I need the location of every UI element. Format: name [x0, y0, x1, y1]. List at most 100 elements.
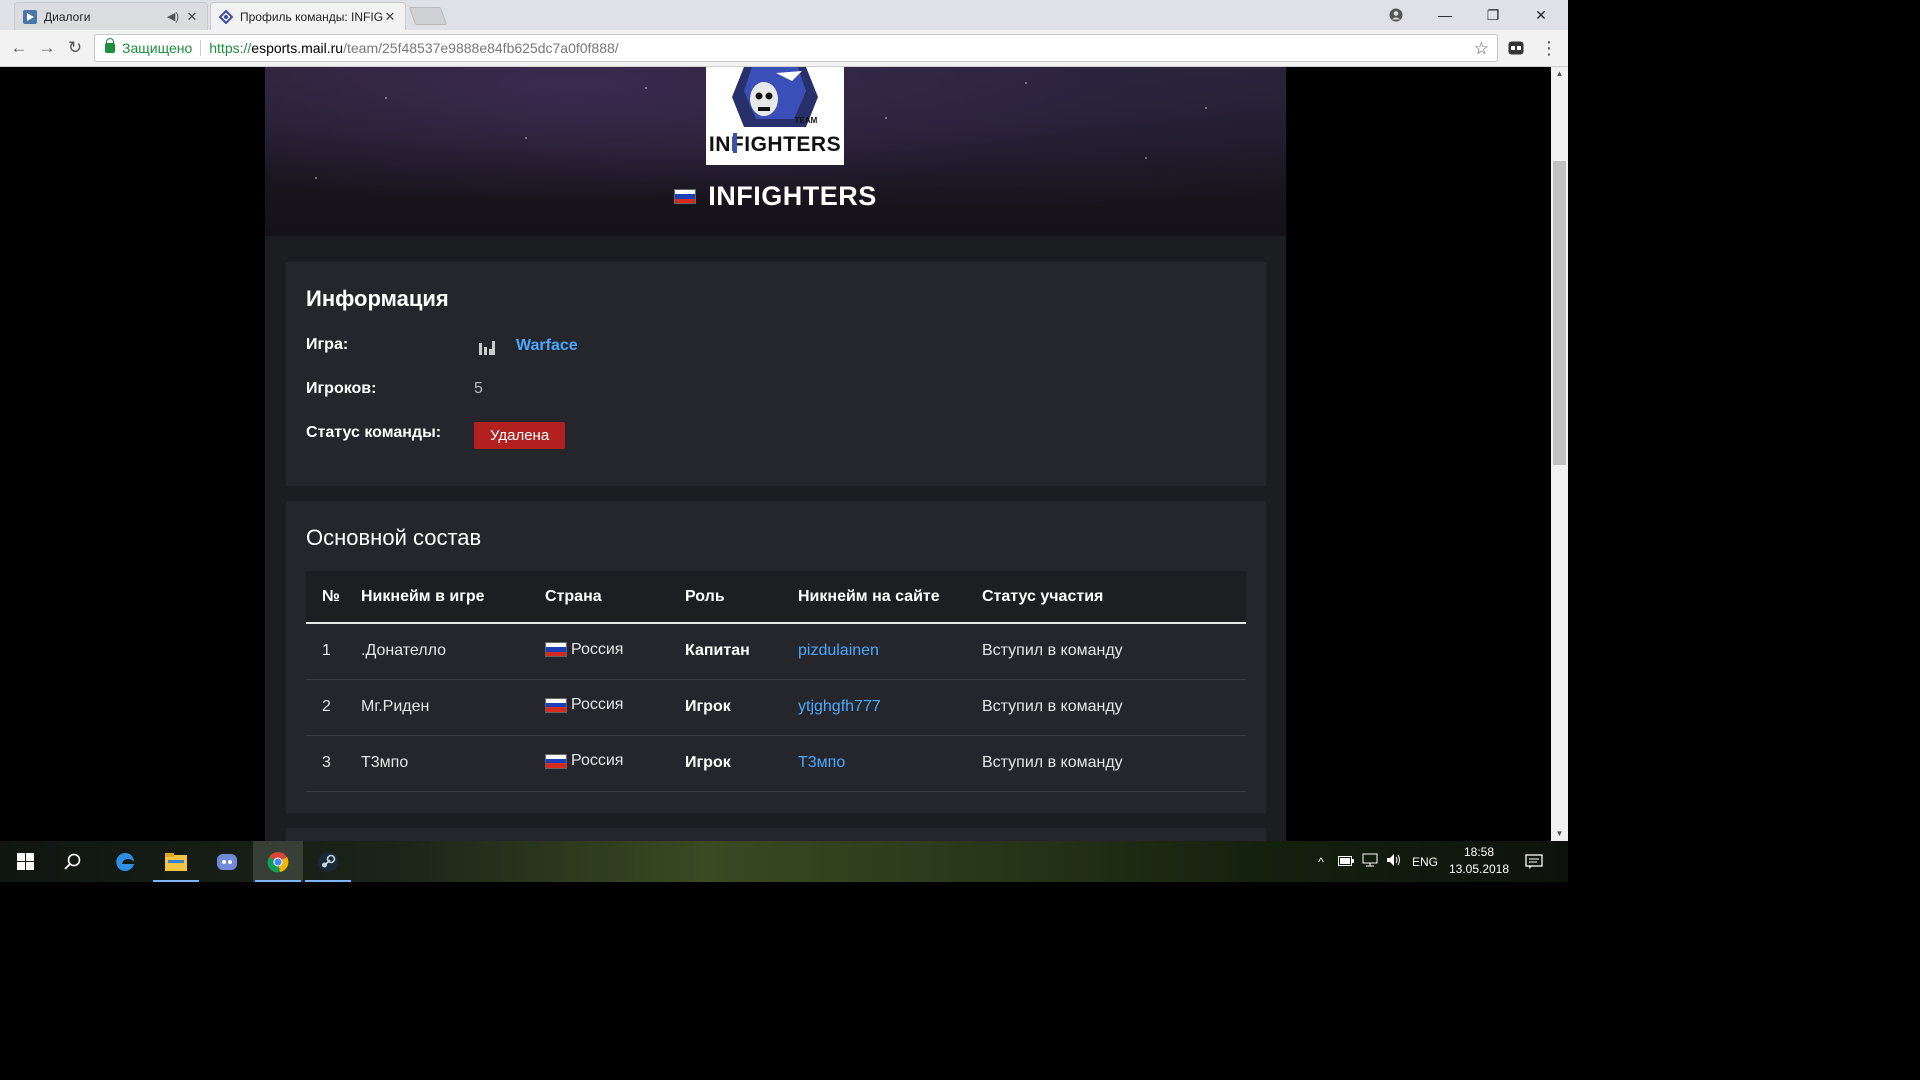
row-number: 3: [306, 735, 361, 792]
url-path: /team/25f48537e9888e84fb625dc7a0f0f888/: [343, 40, 619, 56]
row-country: Россия: [545, 679, 685, 736]
page-viewport: INFIGHTERS TEAM INFIGHTERS Информация Иг…: [0, 67, 1551, 841]
scroll-down-icon[interactable]: ▼: [1551, 827, 1568, 841]
network-icon[interactable]: [1362, 853, 1378, 870]
row-site-nickname: pizdulainen: [798, 623, 982, 680]
bookmark-star-icon[interactable]: ☆: [1474, 39, 1489, 59]
clock-time: 18:58: [1463, 845, 1495, 859]
game-link[interactable]: Warface: [516, 337, 578, 355]
row-game-nickname: T3мпо: [361, 735, 545, 792]
close-window-button[interactable]: ✕: [1518, 0, 1564, 30]
page-content: INFIGHTERS TEAM INFIGHTERS Информация Иг…: [265, 67, 1286, 841]
scroll-thumb[interactable]: [1553, 161, 1566, 465]
table-row: 3 T3мпо Россия Игрок T3мпо Вступил в ком…: [306, 735, 1246, 792]
clock-date: 13.05.2018: [1448, 862, 1510, 876]
scroll-up-icon[interactable]: ▲: [1551, 67, 1568, 81]
russia-flag-icon: [545, 753, 567, 769]
row-site-nickname: T3мпо: [798, 735, 982, 792]
table-header-row: № Никнейм в игре Страна Роль Никнейм на …: [306, 571, 1246, 624]
info-heading: Информация: [306, 286, 449, 311]
secure-label: Защищено: [122, 40, 193, 56]
back-arrow-icon[interactable]: ←: [8, 37, 30, 59]
row-role: Игрок: [685, 735, 798, 792]
restore-button[interactable]: ❐: [1470, 0, 1516, 30]
table-row: 2 Мг.Риден Россия Игрок ytjghgfh777 Всту…: [306, 679, 1246, 736]
file-explorer-icon[interactable]: [151, 841, 201, 882]
logo-small-text: TEAM: [795, 116, 818, 125]
warface-game-icon: [478, 340, 496, 356]
discord-icon[interactable]: [202, 841, 252, 882]
page-scrollbar[interactable]: ▲ ▼: [1551, 67, 1568, 841]
action-center-icon[interactable]: [1512, 841, 1556, 882]
reload-icon[interactable]: ↻: [64, 37, 86, 59]
vk-favicon-icon: [23, 9, 37, 24]
battery-icon[interactable]: [1338, 855, 1354, 869]
team-title: INFIGHTERS: [265, 181, 1286, 212]
row-game-nickname: Мг.Риден: [361, 679, 545, 736]
roster-table: № Никнейм в игре Страна Роль Никнейм на …: [306, 571, 1246, 792]
minimize-button[interactable]: —: [1422, 0, 1468, 30]
team-logo: INFIGHTERS TEAM: [706, 67, 844, 165]
lock-icon: [105, 38, 115, 53]
language-indicator[interactable]: ENG: [1412, 855, 1438, 869]
row-role: Игрок: [685, 679, 798, 736]
site-profile-link[interactable]: ytjghgfh777: [798, 698, 881, 715]
row-role: Капитан: [685, 623, 798, 680]
row-country: Россия: [545, 735, 685, 792]
browser-toolbar: ← → ↻ Защищено https:// esports.mail.ru …: [0, 30, 1568, 67]
search-icon[interactable]: [48, 841, 98, 882]
speaker-icon[interactable]: ◀): [167, 10, 179, 23]
roster-card: Основной состав № Никнейм в игре Страна …: [286, 501, 1266, 813]
profile-icon[interactable]: [1373, 0, 1419, 30]
players-label: Игроков:: [306, 380, 377, 397]
site-profile-link[interactable]: pizdulainen: [798, 642, 879, 659]
row-participation-status: Вступил в команду: [982, 679, 1246, 736]
game-label: Игра:: [306, 336, 349, 353]
status-label: Статус команды:: [306, 424, 442, 441]
extension-icon[interactable]: [1505, 37, 1527, 59]
volume-icon[interactable]: [1386, 853, 1402, 870]
team-hero-banner: INFIGHTERS TEAM INFIGHTERS: [265, 67, 1286, 236]
info-row-players: Игроков: 5: [306, 380, 1206, 406]
system-tray: ^ ENG: [1314, 841, 1438, 882]
chrome-icon[interactable]: [253, 841, 303, 882]
windows-start-icon[interactable]: [0, 841, 50, 882]
edge-browser-icon[interactable]: [100, 841, 150, 882]
row-site-nickname: ytjghgfh777: [798, 679, 982, 736]
url-scheme: https://: [209, 40, 252, 56]
col-participation-status: Статус участия: [982, 571, 1246, 624]
status-badge: Удалена: [474, 422, 566, 449]
tray-chevron-icon[interactable]: ^: [1314, 855, 1328, 869]
tab-title: Диалоги: [44, 9, 91, 24]
row-country: Россия: [545, 623, 685, 680]
col-role: Роль: [685, 571, 798, 624]
players-count: 5: [474, 380, 483, 397]
esports-favicon-icon: [218, 9, 234, 24]
logo-wordmark: INFIGHTERS: [709, 133, 841, 156]
col-game-nickname: Никнейм в игре: [361, 571, 545, 624]
tab-dialogs[interactable]: Диалоги ◀) ✕: [14, 2, 208, 30]
tab-team-profile[interactable]: Профиль команды: INFIGHTERS ✕: [210, 2, 406, 30]
row-number: 1: [306, 623, 361, 680]
row-number: 2: [306, 679, 361, 736]
table-row: 1 .Донателло Россия Капитан pizdulainen …: [306, 623, 1246, 680]
address-bar[interactable]: Защищено https:// esports.mail.ru /team/…: [94, 34, 1498, 62]
tab-title: Профиль команды: INFIGHTERS: [240, 9, 383, 24]
russia-flag-icon: [545, 697, 567, 713]
tab-close-icon[interactable]: ✕: [383, 9, 397, 25]
forward-arrow-icon[interactable]: →: [36, 37, 58, 59]
steam-icon[interactable]: [303, 841, 353, 882]
russia-flag-icon: [674, 189, 697, 204]
tab-close-icon[interactable]: ✕: [185, 9, 199, 25]
team-name: INFIGHTERS: [708, 181, 877, 211]
url-host: esports.mail.ru: [251, 40, 344, 56]
next-card-partial: [286, 828, 1266, 841]
russia-flag-icon: [545, 642, 567, 657]
menu-kebab-icon[interactable]: ⋮: [1538, 37, 1560, 59]
windows-taskbar: ^ ENG 18:58 13.05.2018: [0, 841, 1568, 882]
info-row-status: Статус команды: Удалена: [306, 422, 1206, 450]
site-profile-link[interactable]: T3мпо: [798, 754, 845, 771]
taskbar-clock[interactable]: 18:58 13.05.2018: [1444, 844, 1514, 878]
new-tab-button[interactable]: [408, 7, 448, 25]
browser-tabstrip: Диалоги ◀) ✕ Профиль команды: INFIGHTERS…: [0, 0, 1568, 30]
